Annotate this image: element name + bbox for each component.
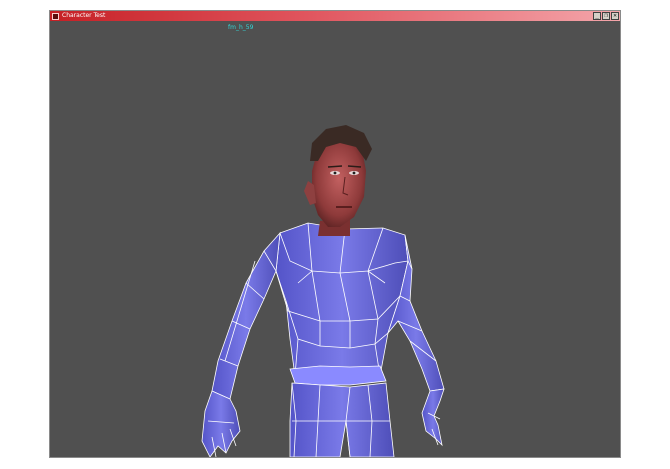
title-bar-buttons: _ ❐ ✕: [593, 12, 619, 20]
right-arm-mesh: [201, 231, 281, 457]
window-title: Character Test: [62, 12, 106, 19]
app-icon: [52, 12, 59, 20]
legs-mesh: [289, 382, 395, 457]
restore-button[interactable]: ❐: [602, 12, 610, 20]
close-button[interactable]: ✕: [611, 12, 619, 20]
character-model: [201, 125, 445, 457]
3d-viewport[interactable]: fm_h_59: [50, 21, 620, 457]
minimize-button[interactable]: _: [593, 12, 601, 20]
torso-mesh: [275, 222, 409, 386]
head: [304, 125, 372, 227]
title-bar[interactable]: Character Test _ ❐ ✕: [50, 11, 620, 21]
character-viewer-window: Character Test _ ❐ ✕ fm_h_59: [49, 10, 621, 458]
